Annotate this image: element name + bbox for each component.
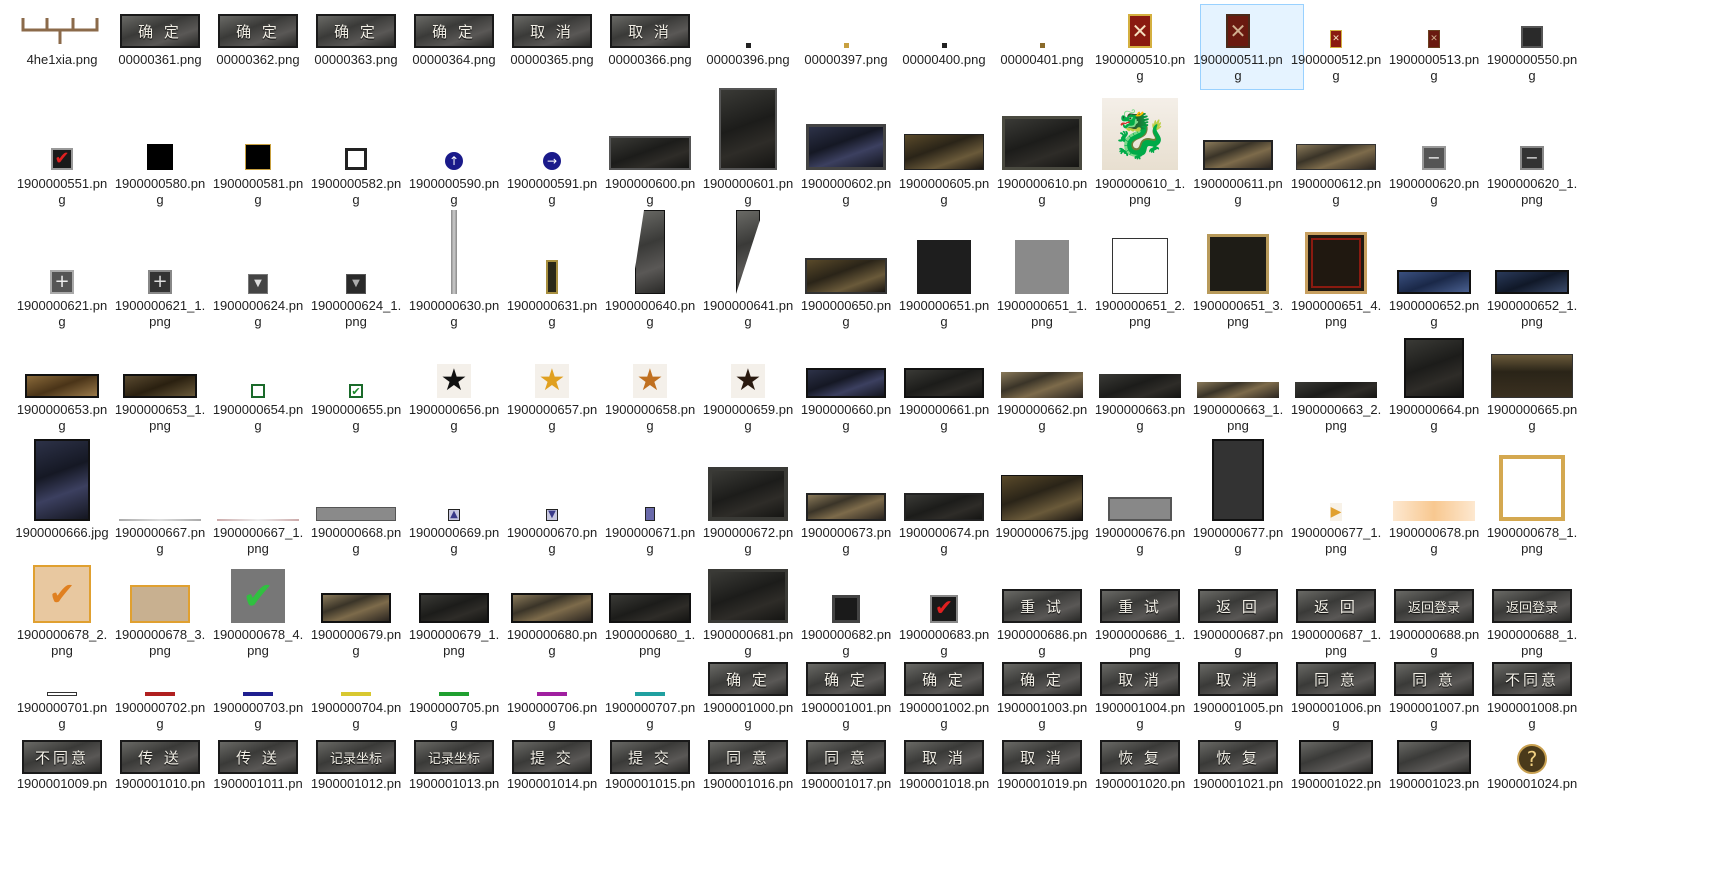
file-thumbnail: 传 送 — [120, 740, 200, 774]
file-name: 1900001024.pn — [1486, 776, 1578, 791]
button-image-label: 取 消 — [1020, 748, 1064, 767]
button-image-label: 提 交 — [628, 748, 672, 767]
file-item[interactable]: 取 消 1900001018.pn — [896, 0, 992, 877]
file-item[interactable]: 1900001022.pn — [1288, 0, 1384, 877]
button-image-label: 恢 复 — [1216, 748, 1260, 767]
file-item[interactable]: 记录坐标 1900001012.pn — [308, 0, 404, 877]
file-item[interactable]: 不同意 1900001009.pn — [14, 0, 110, 877]
button-image-label: 传 送 — [236, 748, 280, 767]
file-thumbnail: 取 消 — [1002, 740, 1082, 774]
file-item[interactable]: ? 1900001024.pn — [1484, 0, 1580, 877]
file-thumbnail — [1397, 740, 1471, 774]
file-thumbnail: 提 交 — [610, 740, 690, 774]
button-image-label: 记录坐标 — [329, 751, 382, 767]
button-image-label: 记录坐标 — [427, 751, 480, 767]
file-item[interactable]: 记录坐标 1900001013.pn — [406, 0, 502, 877]
file-name: 1900001013.pn — [408, 776, 500, 791]
file-thumbnail: ? — [1517, 744, 1547, 774]
file-name: 1900001016.pn — [702, 776, 794, 791]
file-item[interactable]: 提 交 1900001014.pn — [504, 0, 600, 877]
file-item[interactable]: 同 意 1900001017.pn — [798, 0, 894, 877]
file-name: 1900001017.pn — [800, 776, 892, 791]
file-name: 1900001012.pn — [310, 776, 402, 791]
file-name: 1900001009.pn — [16, 776, 108, 791]
file-name: 1900001021.pn — [1192, 776, 1284, 791]
thumbnail-icon: ? — [1526, 747, 1538, 771]
file-name: 1900001011.pn — [213, 776, 303, 791]
button-image-label: 传 送 — [138, 748, 182, 767]
file-name: 1900001010.pn — [114, 776, 206, 791]
file-item[interactable]: 同 意 1900001016.pn — [700, 0, 796, 877]
file-thumbnail: 不同意 — [22, 740, 102, 774]
button-image-label: 不同意 — [34, 748, 89, 767]
file-thumbnail: 取 消 — [904, 740, 984, 774]
file-item[interactable]: 恢 复 1900001020.pn — [1092, 0, 1188, 877]
file-name: 1900001023.pn — [1388, 776, 1480, 791]
file-item[interactable]: 传 送 1900001010.pn — [112, 0, 208, 877]
file-item[interactable]: 取 消 1900001019.pn — [994, 0, 1090, 877]
button-image-label: 取 消 — [922, 748, 966, 767]
file-thumbnail: 恢 复 — [1100, 740, 1180, 774]
file-thumbnail: 记录坐标 — [414, 740, 494, 774]
file-item[interactable]: 恢 复 1900001021.pn — [1190, 0, 1286, 877]
button-image-label: 同 意 — [824, 748, 868, 767]
file-thumbnail: 同 意 — [806, 740, 886, 774]
file-name: 1900001022.pn — [1290, 776, 1382, 791]
button-image-label: 同 意 — [726, 748, 770, 767]
file-thumbnail: 恢 复 — [1198, 740, 1278, 774]
file-thumbnail — [1299, 740, 1373, 774]
file-item[interactable]: 1900001023.pn — [1386, 0, 1482, 877]
file-thumbnail: 记录坐标 — [316, 740, 396, 774]
file-grid: 4he1xia.png 确 定 00000361.png 确 定 00000362.pn… — [0, 0, 1728, 877]
file-name: 1900001018.pn — [898, 776, 990, 791]
file-name: 1900001019.pn — [996, 776, 1088, 791]
file-thumbnail: 提 交 — [512, 740, 592, 774]
file-thumbnail: 同 意 — [708, 740, 788, 774]
file-item[interactable]: 提 交 1900001015.pn — [602, 0, 698, 877]
file-name: 1900001014.pn — [506, 776, 598, 791]
file-name: 1900001020.pn — [1094, 776, 1186, 791]
file-item[interactable]: 传 送 1900001011.pn — [210, 0, 306, 877]
button-image-label: 提 交 — [530, 748, 574, 767]
button-image-label: 恢 复 — [1118, 748, 1162, 767]
file-thumbnail: 传 送 — [218, 740, 298, 774]
file-name: 1900001015.pn — [604, 776, 696, 791]
